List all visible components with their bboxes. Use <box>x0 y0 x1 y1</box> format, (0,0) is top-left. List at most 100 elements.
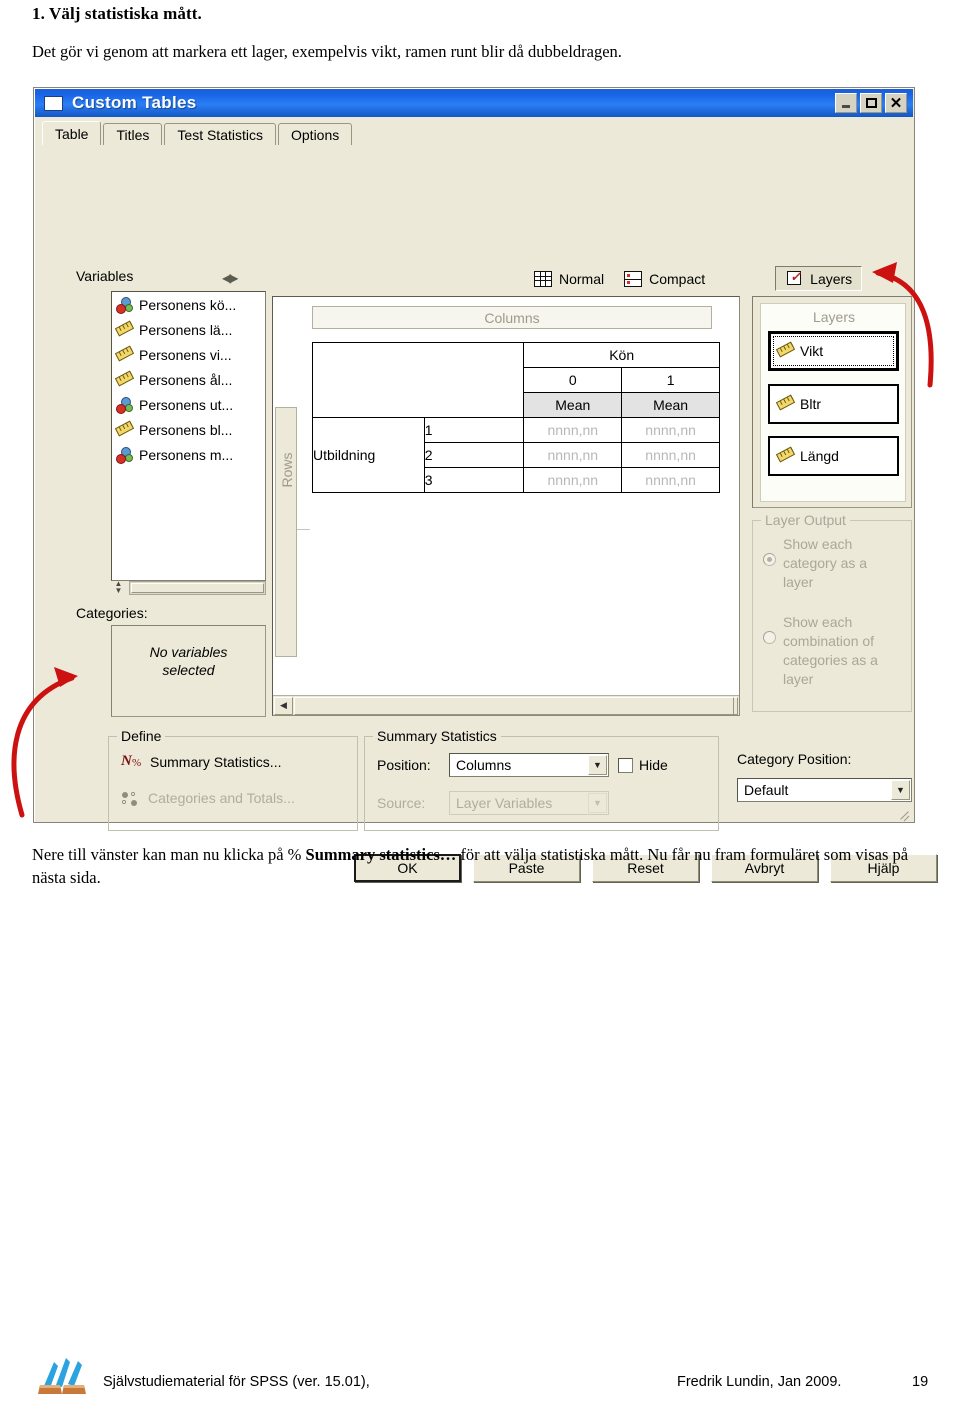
cell-value: nnnn,nn <box>523 467 623 493</box>
list-item[interactable]: Personens ut... <box>112 392 265 417</box>
scroll-thumb[interactable] <box>131 583 264 593</box>
summary-statistics-group-title: Summary Statistics <box>373 728 501 744</box>
column-category-header[interactable]: 0 <box>523 367 623 393</box>
closing-paragraph: Nere till vänster kan man nu klicka på %… <box>32 843 922 889</box>
summary-statistics-button[interactable]: N% Summary Statistics... <box>121 753 281 771</box>
layers-dropzone[interactable]: Layers Vikt Bltr Längd <box>760 303 906 502</box>
closing-paragraph-bold: Summary statistics… <box>305 845 457 864</box>
columns-drop-zone[interactable]: Columns <box>312 306 712 329</box>
rows-rail-label: Rows <box>279 452 295 488</box>
radio-icon[interactable] <box>763 631 776 644</box>
custom-tables-dialog: Custom Tables ✕ Table Titles Test Statis… <box>33 87 937 882</box>
scroll-updown-icon[interactable]: ▲ ▼ <box>111 580 126 596</box>
layer-chip-bltr[interactable]: Bltr <box>768 384 899 424</box>
preview-table: Kön 0 1 Mean Mean Utbildning 1 nnnn,nn n… <box>311 342 720 493</box>
cell-value: nnnn,nn <box>621 417 720 443</box>
scroll-thumb[interactable] <box>294 696 734 715</box>
scale-icon <box>114 420 135 438</box>
dialog-titlebar: Custom Tables ✕ <box>35 89 913 117</box>
resize-grip-icon[interactable] <box>898 807 910 819</box>
row-group-header[interactable]: Utbildning <box>312 417 425 493</box>
variable-label: Personens kö... <box>139 296 237 313</box>
chevron-down-icon[interactable]: ▼ <box>891 780 910 800</box>
view-button-label: Normal <box>559 270 605 287</box>
variables-list[interactable]: Personens kö... Personens lä... Personen… <box>111 291 266 581</box>
chevron-down-icon[interactable]: ▼ <box>588 793 607 813</box>
scroll-left-icon[interactable]: ◀ <box>274 696 293 715</box>
layer-chip-langd[interactable]: Längd <box>768 436 899 476</box>
tab-test-statistics[interactable]: Test Statistics <box>164 123 276 145</box>
n-percent-icon: N% <box>121 753 142 769</box>
category-position-combo[interactable]: Default ▼ <box>737 778 912 802</box>
closing-paragraph-pre: Nere till vänster kan man nu klicka på % <box>32 845 306 864</box>
list-item[interactable]: Personens kö... <box>112 292 265 317</box>
layer-label: Längd <box>800 448 839 464</box>
position-combo[interactable]: Columns ▼ <box>449 753 609 777</box>
list-item[interactable]: Personens ål... <box>112 367 265 392</box>
footer-divider <box>32 1350 928 1351</box>
layer-output-option-combination[interactable]: Show each combination of categories as a… <box>763 613 901 689</box>
layers-view-button[interactable]: Layers <box>775 266 863 291</box>
variable-label: Personens m... <box>139 446 234 463</box>
variables-scrollbar[interactable]: ▲ ▼ <box>111 580 266 596</box>
rows-drop-rail[interactable]: Rows <box>275 407 297 657</box>
layer-label: Vikt <box>800 343 824 359</box>
source-value: Layer Variables <box>456 795 553 811</box>
maximize-icon <box>865 98 877 108</box>
nominal-icon <box>116 446 134 464</box>
view-toolbar: Normal Compact Layers <box>524 266 863 291</box>
column-group-header[interactable]: Kön <box>523 342 720 368</box>
chevron-down-icon[interactable]: ▼ <box>588 755 607 775</box>
category-position-value: Default <box>744 782 789 798</box>
source-label: Source: <box>377 795 426 811</box>
row-category-header[interactable]: 3 <box>423 467 525 493</box>
category-position-label: Category Position: <box>737 751 852 767</box>
column-category-header[interactable]: 1 <box>621 367 720 393</box>
variable-label: Personens ut... <box>139 396 234 413</box>
categories-empty-line2: selected <box>162 662 215 678</box>
layer-chip-vikt[interactable]: Vikt <box>768 331 899 371</box>
scroll-track[interactable] <box>129 581 266 595</box>
compact-view-button[interactable]: Compact <box>614 266 715 291</box>
checkbox-icon[interactable] <box>618 757 633 773</box>
close-button[interactable]: ✕ <box>885 93 907 113</box>
list-item[interactable]: Personens vi... <box>112 342 265 367</box>
row-category-header[interactable]: 1 <box>423 417 525 443</box>
dialog-title: Custom Tables <box>72 93 197 112</box>
maximize-button[interactable] <box>860 93 882 113</box>
scroll-track[interactable] <box>294 696 734 715</box>
categories-label: Categories: <box>76 605 148 621</box>
tab-options[interactable]: Options <box>278 123 353 145</box>
row-category-header[interactable]: 2 <box>423 442 525 468</box>
statistic-header[interactable]: Mean <box>621 392 720 418</box>
radio-icon[interactable] <box>763 553 776 566</box>
table-preview-canvas[interactable]: Rows Columns Kön 0 1 Mean Mean Utbildnin… <box>272 296 740 716</box>
table-row: Kön <box>311 342 720 418</box>
statistic-header[interactable]: Mean <box>523 392 623 418</box>
tab-titles[interactable]: Titles <box>103 123 163 145</box>
scale-icon <box>114 345 135 363</box>
define-group: Define N% Summary Statistics... Categori… <box>108 728 358 831</box>
scale-icon <box>775 341 796 359</box>
page-title: 1. Välj statistiska mått. <box>32 4 202 23</box>
minimize-button[interactable] <box>835 93 857 113</box>
source-combo[interactable]: Layer Variables ▼ <box>449 791 609 815</box>
categories-box: No variables selected <box>111 625 266 717</box>
variables-resize-handle-icon[interactable]: ◀▶ <box>222 271 239 285</box>
tab-label: Options <box>291 127 340 143</box>
corner-cell <box>311 342 525 418</box>
layer-label: Bltr <box>800 396 821 412</box>
dialog-tabs: Table Titles Test Statistics Options <box>42 121 908 145</box>
cell-value: nnnn,nn <box>621 467 720 493</box>
source-row: Source: Layer Variables ▼ <box>377 791 609 815</box>
normal-view-button[interactable]: Normal <box>524 266 614 291</box>
tab-table[interactable]: Table <box>42 121 102 145</box>
preview-horizontal-scrollbar[interactable]: ◀ ▶ <box>273 695 739 715</box>
hide-checkbox-row[interactable]: Hide <box>618 757 668 773</box>
list-item[interactable]: Personens bl... <box>112 417 265 442</box>
categories-and-totals-button[interactable]: Categories and Totals... <box>121 789 295 807</box>
layer-output-option-category[interactable]: Show each category as a layer <box>763 535 901 592</box>
tab-label: Table <box>55 126 89 142</box>
list-item[interactable]: Personens lä... <box>112 317 265 342</box>
list-item[interactable]: Personens m... <box>112 442 265 467</box>
